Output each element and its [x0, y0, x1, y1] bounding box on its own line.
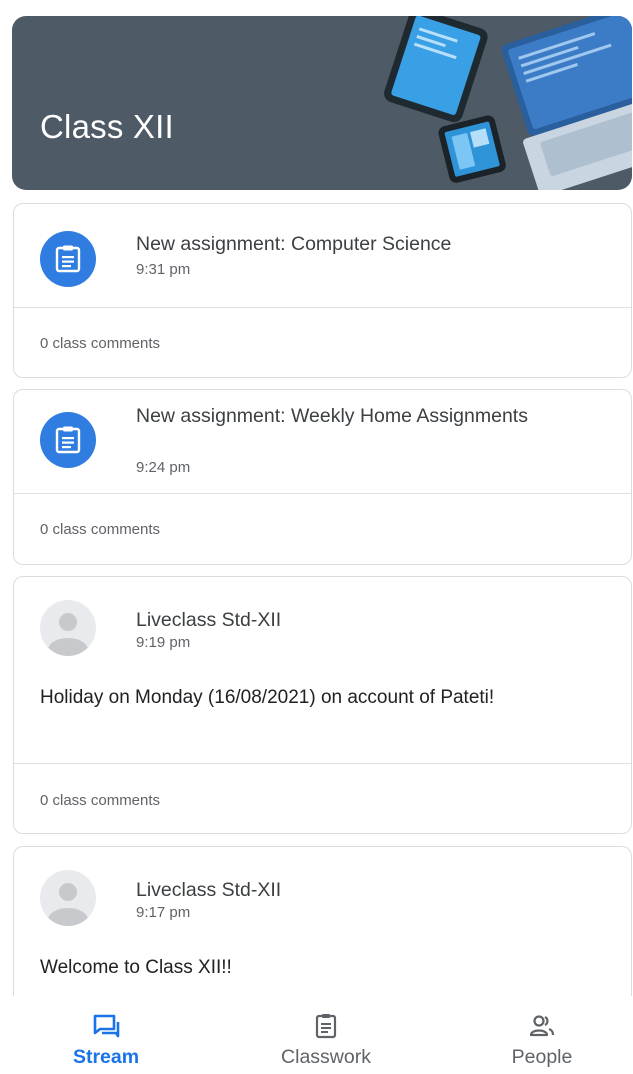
- assignment-avatar: [40, 412, 96, 468]
- post-author: Liveclass Std-XII: [136, 609, 282, 631]
- nav-label: Classwork: [281, 1046, 371, 1068]
- card-divider: [14, 307, 631, 308]
- post-title: New assignment: Weekly Home Assignments: [136, 405, 528, 427]
- default-avatar-icon: [48, 883, 88, 926]
- card-divider: [14, 493, 631, 494]
- card-divider: [14, 763, 631, 764]
- class-title: Class XII: [40, 108, 174, 145]
- post-time: 9:24 pm: [136, 459, 191, 476]
- assignment-avatar: [40, 231, 96, 287]
- stream-post-assignment[interactable]: New assignment: Computer Science 9:31 pm…: [13, 203, 632, 378]
- people-icon: [529, 1015, 555, 1037]
- post-time: 9:17 pm: [136, 904, 191, 921]
- announcement-text: Welcome to Class XII!!: [40, 957, 232, 978]
- banner-illustration: [384, 16, 632, 190]
- post-time: 9:31 pm: [136, 261, 191, 278]
- nav-tab-stream[interactable]: Stream: [16, 996, 196, 1074]
- author-avatar: [40, 600, 96, 656]
- nav-tab-people[interactable]: People: [452, 996, 632, 1074]
- default-avatar-icon: [48, 613, 88, 656]
- class-comments-link[interactable]: 0 class comments: [40, 521, 160, 538]
- announcement-text: Holiday on Monday (16/08/2021) on accoun…: [40, 687, 495, 708]
- post-author: Liveclass Std-XII: [136, 879, 282, 901]
- class-comments-link[interactable]: 0 class comments: [40, 335, 160, 352]
- class-stream-page: Class XII New assignment: Computer Scien…: [0, 0, 633, 1074]
- assignment-icon: [55, 426, 81, 454]
- nav-tab-classwork[interactable]: Classwork: [236, 996, 416, 1074]
- author-avatar: [40, 870, 96, 926]
- class-banner[interactable]: Class XII: [12, 16, 632, 190]
- stream-post-announcement[interactable]: Liveclass Std-XII 9:19 pm Holiday on Mon…: [13, 576, 632, 834]
- classwork-icon: [315, 1014, 337, 1039]
- post-time: 9:19 pm: [136, 634, 191, 651]
- stream-icon: [93, 1014, 120, 1038]
- assignment-icon: [55, 245, 81, 273]
- post-title: New assignment: Computer Science: [136, 233, 452, 255]
- class-comments-link[interactable]: 0 class comments: [40, 792, 160, 809]
- stream-post-assignment[interactable]: New assignment: Weekly Home Assignments …: [13, 389, 632, 565]
- nav-label: Stream: [72, 1046, 140, 1068]
- nav-label: People: [511, 1046, 573, 1068]
- bottom-navigation: Stream Classwork People: [0, 996, 633, 1074]
